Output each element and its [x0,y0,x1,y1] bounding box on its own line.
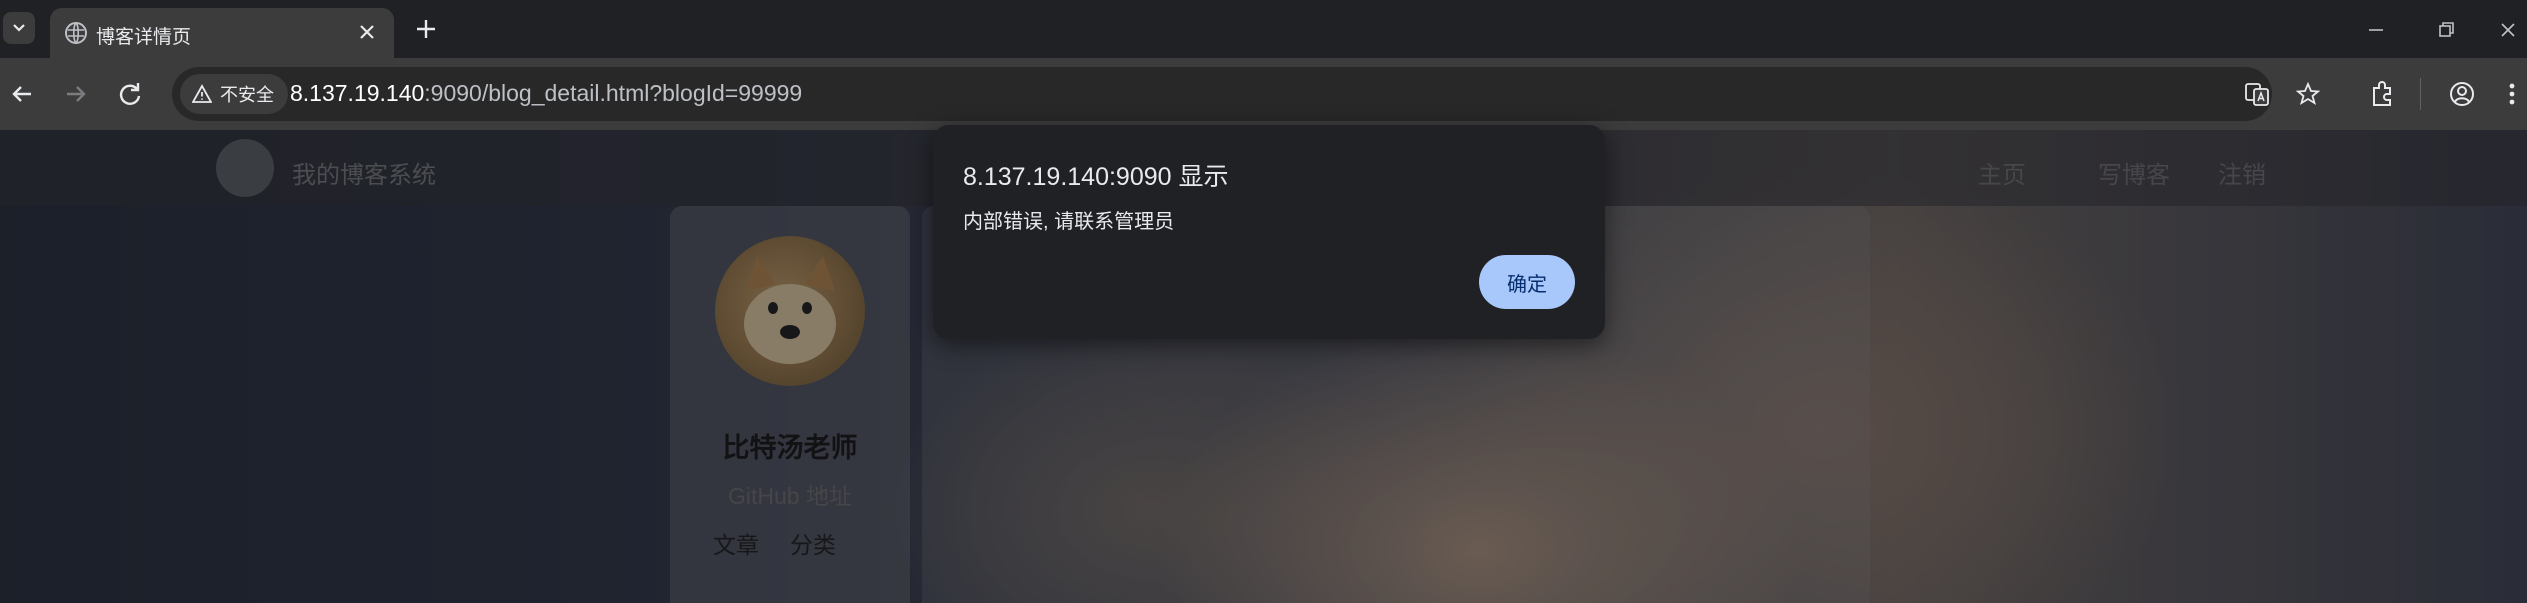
url-host: 8.137.19.140 [290,80,425,106]
url-text[interactable]: 8.137.19.140:9090/blog_detail.html?blogI… [290,80,802,107]
alert-dialog: 8.137.19.140:9090 显示 内部错误, 请联系管理员 确定 [933,125,1605,339]
address-bar[interactable]: 不安全 8.137.19.140:9090/blog_detail.html?b… [172,67,2321,121]
forward-arrow-icon[interactable] [58,76,94,112]
extensions-puzzle-icon[interactable] [2364,76,2400,112]
browser-toolbar: 不安全 8.137.19.140:9090/blog_detail.html?b… [0,58,2527,130]
tab-strip: 博客详情页 [0,0,2527,58]
toolbar-divider [2420,78,2421,110]
globe-icon [65,22,87,44]
tab-title: 博客详情页 [96,27,192,48]
url-path: :9090/blog_detail.html?blogId=99999 [424,80,803,106]
bookmark-star-icon[interactable] [2294,80,2322,108]
warning-triangle-icon [192,84,212,103]
dialog-message: 内部错误, 请联系管理员 [963,211,1175,233]
minimize-icon[interactable] [2360,14,2392,46]
more-menu-icon[interactable] [2500,76,2524,112]
chevron-down-icon [13,24,25,32]
security-chip[interactable]: 不安全 [180,74,288,114]
back-arrow-icon[interactable] [4,76,40,112]
new-tab-plus-icon[interactable] [412,15,440,43]
profile-avatar-icon[interactable] [2444,76,2480,112]
security-label: 不安全 [220,85,274,105]
restore-icon[interactable] [2430,14,2462,46]
dialog-title: 8.137.19.140:9090 显示 [963,163,1229,191]
translate-icon[interactable] [2243,80,2271,108]
tab-search-button[interactable] [3,12,35,44]
close-icon[interactable] [354,19,380,45]
ok-button[interactable]: 确定 [1479,255,1575,309]
reload-icon[interactable] [112,76,148,112]
window-close-icon[interactable] [2492,14,2524,46]
active-tab[interactable]: 博客详情页 [50,8,394,58]
